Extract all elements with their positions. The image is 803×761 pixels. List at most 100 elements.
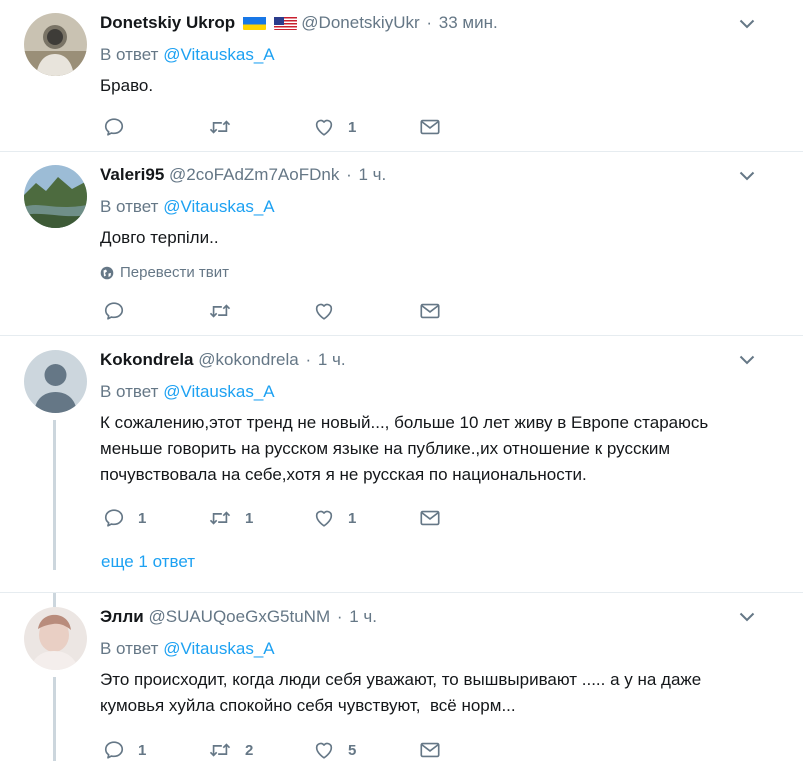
like-button[interactable]: 1 [313,507,418,529]
like-icon [313,116,335,138]
avatar[interactable] [24,13,87,76]
reply-context: В ответ @Vitauskas_A [100,381,783,403]
reply-icon [103,116,125,138]
like-icon [313,739,335,761]
reply-button[interactable] [103,116,208,138]
chevron-down-icon[interactable] [739,612,755,622]
user-handle[interactable]: @SUAUQoeGxG5tuNM [148,607,330,626]
mention-link[interactable]: @Vitauskas_A [163,197,274,216]
tweet-actions: 1 2 5 [103,739,523,761]
tweet-donetskiy-ukrop[interactable]: Donetskiy Ukrop @DonetskiyUkr · 33 мин. … [0,0,803,152]
direct-message-icon [418,739,442,761]
reply-count: 1 [138,509,147,527]
tweet-text-line: почувствовала на себе,хотя я не русская … [100,465,587,484]
mention-link[interactable]: @Vitauskas_A [163,639,274,658]
chevron-down-icon[interactable] [739,355,755,365]
like-button[interactable] [313,300,418,322]
thread-line [53,420,56,570]
retweet-button[interactable] [208,300,313,322]
direct-message-icon [418,507,442,529]
timestamp[interactable]: 33 мин. [439,13,498,32]
retweet-button[interactable]: 1 [208,507,313,529]
reply-prefix: В ответ [100,639,159,658]
retweet-icon [208,116,232,138]
chevron-down-icon[interactable] [739,171,755,181]
tweet-valeri95[interactable]: Valeri95 @2coFAdZm7AoFDnk · 1 ч. В ответ… [0,152,803,336]
separator-dot: · [336,607,343,626]
globe-icon [100,266,114,280]
show-more-replies-link[interactable]: еще 1 ответ [101,552,195,572]
reply-context: В ответ @Vitauskas_A [100,638,783,660]
retweet-icon [208,507,232,529]
direct-message-icon [418,300,442,322]
direct-message-button[interactable] [418,739,523,761]
reply-count: 1 [138,741,147,759]
tweet-text-line: кумовья хуйла спокойно себя чувствуют, в… [100,696,516,715]
us-flag-icon [273,15,297,30]
reply-button[interactable]: 1 [103,739,208,761]
tweet-actions: 1 [103,116,523,138]
separator-dot: · [346,165,352,184]
mention-link[interactable]: @Vitauskas_A [163,382,274,401]
retweet-button[interactable]: 2 [208,739,313,761]
tweet-text-line: К сожалению,этот тренд не новый..., боль… [100,413,709,432]
user-handle[interactable]: @2coFAdZm7AoFDnk [169,165,339,184]
tweet-actions [103,300,523,322]
reply-button[interactable]: 1 [103,507,208,529]
retweet-count: 2 [245,741,254,759]
direct-message-button[interactable] [418,300,523,322]
chevron-down-icon[interactable] [739,19,755,29]
like-count: 5 [348,741,357,759]
reply-prefix: В ответ [100,197,159,216]
avatar[interactable] [24,165,87,228]
reply-button[interactable] [103,300,208,322]
reply-prefix: В ответ [100,45,159,64]
display-name[interactable]: Donetskiy Ukrop [100,13,235,32]
thread-line [53,593,56,607]
tweet-elli[interactable]: Элли @SUAUQoeGxG5tuNM · 1 ч. В ответ @Vi… [0,593,803,761]
timestamp[interactable]: 1 ч. [349,607,377,626]
translate-link[interactable]: Перевести твит [100,263,783,283]
mention-link[interactable]: @Vitauskas_A [163,45,274,64]
retweet-icon [208,300,232,322]
direct-message-icon [418,116,442,138]
reply-icon [103,739,125,761]
timestamp[interactable]: 1 ч. [318,350,346,369]
like-button[interactable]: 1 [313,116,418,138]
display-name[interactable]: Kokondrela [100,350,194,369]
like-count: 1 [348,118,357,136]
thread-line [53,677,56,761]
retweet-button[interactable] [208,116,313,138]
like-count: 1 [348,509,357,527]
retweet-count: 1 [245,509,254,527]
direct-message-button[interactable] [418,507,523,529]
retweet-icon [208,739,232,761]
direct-message-button[interactable] [418,116,523,138]
user-handle[interactable]: @DonetskiyUkr [301,13,419,32]
reply-icon [103,300,125,322]
display-name[interactable]: Элли [100,607,144,626]
like-icon [313,507,335,529]
reply-icon [103,507,125,529]
tweet-text-line: меньше говорить на русском языке на публ… [100,439,671,458]
timestamp[interactable]: 1 ч. [358,165,386,184]
tweet-text: Браво. [100,76,154,95]
tweet-text: Довго терпіли.. [100,228,219,247]
reply-context: В ответ @Vitauskas_A [100,196,783,218]
avatar[interactable] [24,350,87,413]
translate-label[interactable]: Перевести твит [120,263,229,283]
like-button[interactable]: 5 [313,739,418,761]
reply-prefix: В ответ [100,382,159,401]
ukraine-flag-icon [242,15,266,30]
separator-dot: · [305,350,312,369]
avatar[interactable] [24,607,87,670]
tweet-text-line: Это происходит, когда люди себя уважают,… [100,670,702,689]
tweet-text: Это происходит, когда люди себя уважают,… [100,667,783,719]
user-handle[interactable]: @kokondrela [198,350,298,369]
display-name[interactable]: Valeri95 [100,165,164,184]
like-icon [313,300,335,322]
reply-context: В ответ @Vitauskas_A [100,44,783,66]
tweet-text: К сожалению,этот тренд не новый..., боль… [100,410,783,488]
tweet-kokondrela[interactable]: Kokondrela @kokondrela · 1 ч. В ответ @V… [0,336,803,593]
separator-dot: · [426,13,433,32]
